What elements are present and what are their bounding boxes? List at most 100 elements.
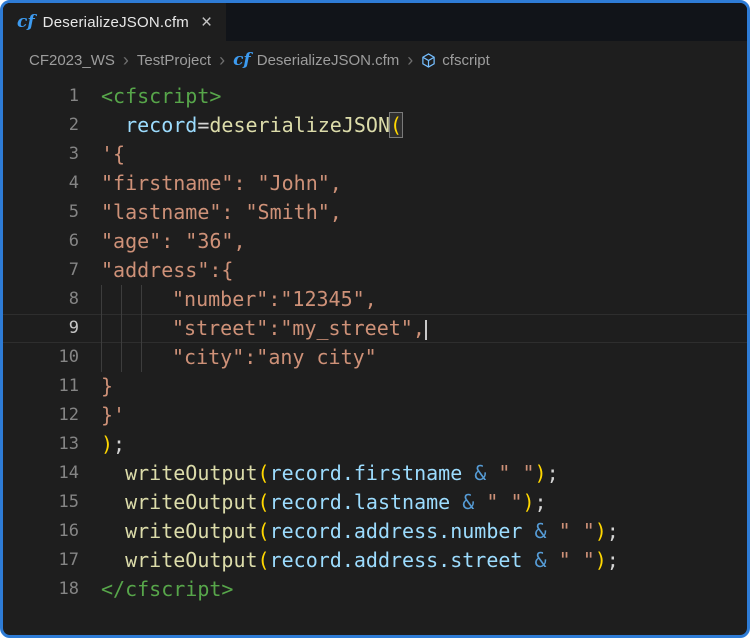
- code-content[interactable]: "city":"any city": [101, 343, 377, 372]
- code-content[interactable]: }': [101, 401, 125, 430]
- code-line-1[interactable]: 1 <cfscript>: [3, 82, 747, 111]
- code-line-13[interactable]: 13);: [3, 430, 747, 459]
- code-token: ): [535, 461, 547, 485]
- code-line-16[interactable]: 16 writeOutput(record.address.number & "…: [3, 517, 747, 546]
- code-token: [101, 490, 125, 514]
- code-token: record.address.number: [270, 519, 523, 543]
- code-content[interactable]: writeOutput(record.address.street & " ")…: [101, 546, 619, 575]
- code-token: "firstname": "John",: [101, 171, 342, 195]
- indent-guide: [101, 314, 121, 343]
- code-line-4[interactable]: 4 "firstname": "John",: [3, 169, 747, 198]
- code-token: " ": [498, 461, 534, 485]
- code-content[interactable]: "street":"my_street",: [101, 314, 427, 343]
- indent-guide: [141, 314, 161, 343]
- line-number[interactable]: 12: [3, 401, 79, 430]
- indent-guide: [101, 343, 121, 372]
- tab-deserializejson-cfm[interactable]: cf DeserializeJSON.cfm ×: [3, 3, 226, 41]
- line-number[interactable]: 17: [3, 546, 79, 575]
- code-line-15[interactable]: 15 writeOutput(record.lastname & " ");: [3, 488, 747, 517]
- code-token: "city":"any city": [172, 345, 377, 369]
- code-token: [547, 548, 559, 572]
- code-content[interactable]: record=deserializeJSON(: [101, 111, 402, 140]
- code-content[interactable]: </cfscript>: [101, 575, 233, 604]
- code-token: writeOutput: [125, 548, 257, 572]
- line-number[interactable]: 1: [3, 82, 79, 111]
- code-token: [486, 461, 498, 485]
- breadcrumb-item-deserializejson-cfm[interactable]: cfDeserializeJSON.cfm: [233, 52, 399, 69]
- line-number[interactable]: 10: [3, 343, 79, 372]
- code-line-8[interactable]: 8 "number":"12345",: [3, 285, 747, 314]
- breadcrumb-item-cf2023-ws[interactable]: CF2023_WS: [29, 52, 115, 69]
- code-line-5[interactable]: 5 "lastname": "Smith",: [3, 198, 747, 227]
- symbol-cube-icon: [421, 53, 436, 68]
- code-line-18[interactable]: 18 </cfscript>: [3, 575, 747, 604]
- tab-bar: cf DeserializeJSON.cfm ×: [3, 3, 747, 41]
- code-line-11[interactable]: 11}: [3, 372, 747, 401]
- code-content[interactable]: writeOutput(record.lastname & " ");: [101, 488, 547, 517]
- code-line-9[interactable]: 9 "street":"my_street",: [3, 314, 747, 343]
- code-line-2[interactable]: 2 record=deserializeJSON(: [3, 111, 747, 140]
- line-number[interactable]: 4: [3, 169, 79, 198]
- code-content[interactable]: "firstname": "John",: [101, 169, 342, 198]
- code-content[interactable]: writeOutput(record.address.number & " ")…: [101, 517, 619, 546]
- code-token: [462, 461, 474, 485]
- line-number[interactable]: 9: [3, 314, 79, 343]
- tab-title: DeserializeJSON.cfm: [43, 14, 189, 31]
- code-content[interactable]: );: [101, 430, 125, 459]
- code-line-12[interactable]: 12 }': [3, 401, 747, 430]
- vscode-window: cf DeserializeJSON.cfm × CF2023_WS › TestP…: [0, 0, 750, 638]
- code-content[interactable]: '{: [101, 140, 125, 169]
- code-token: [522, 519, 534, 543]
- code-token: "address":{: [101, 258, 233, 282]
- code-token: ;: [535, 490, 547, 514]
- code-line-17[interactable]: 17 writeOutput(record.address.street & "…: [3, 546, 747, 575]
- line-number[interactable]: 5: [3, 198, 79, 227]
- line-number[interactable]: 7: [3, 256, 79, 285]
- line-number[interactable]: 14: [3, 459, 79, 488]
- line-number[interactable]: 13: [3, 430, 79, 459]
- code-token: " ": [559, 519, 595, 543]
- code-editor[interactable]: 1<cfscript>2 record=deserializeJSON(3'{4…: [3, 79, 747, 635]
- code-content[interactable]: "address":{: [101, 256, 233, 285]
- line-number[interactable]: 6: [3, 227, 79, 256]
- breadcrumb-separator: ›: [219, 51, 225, 69]
- code-token: "number":"12345",: [172, 287, 377, 311]
- code-line-14[interactable]: 14 writeOutput(record.firstname & " ");: [3, 459, 747, 488]
- code-token: record.firstname: [270, 461, 463, 485]
- line-number[interactable]: 2: [3, 111, 79, 140]
- code-token: "street":"my_street",: [172, 316, 425, 340]
- line-number[interactable]: 16: [3, 517, 79, 546]
- code-line-7[interactable]: 7 "address":{: [3, 256, 747, 285]
- code-token: " ": [559, 548, 595, 572]
- breadcrumb-label: DeserializeJSON.cfm: [257, 52, 400, 69]
- code-token: "lastname": "Smith",: [101, 200, 342, 224]
- code-content[interactable]: writeOutput(record.firstname & " ");: [101, 459, 559, 488]
- close-icon[interactable]: ×: [201, 13, 212, 32]
- line-number[interactable]: 8: [3, 285, 79, 314]
- breadcrumb-item-cfscript[interactable]: cfscript: [421, 52, 490, 69]
- line-number[interactable]: 3: [3, 140, 79, 169]
- code-line-3[interactable]: 3 '{: [3, 140, 747, 169]
- code-line-6[interactable]: 6 "age": "36",: [3, 227, 747, 256]
- code-content[interactable]: }: [101, 372, 113, 401]
- line-number[interactable]: 15: [3, 488, 79, 517]
- breadcrumb-label: TestProject: [137, 52, 211, 69]
- code-token: (: [258, 490, 270, 514]
- line-number[interactable]: 18: [3, 575, 79, 604]
- code-token: [474, 490, 486, 514]
- code-token: (: [258, 548, 270, 572]
- code-token: ;: [607, 548, 619, 572]
- code-content[interactable]: "number":"12345",: [101, 285, 377, 314]
- code-content[interactable]: "lastname": "Smith",: [101, 198, 342, 227]
- line-number[interactable]: 11: [3, 372, 79, 401]
- breadcrumb-item-testproject[interactable]: TestProject: [137, 52, 211, 69]
- code-token: ;: [113, 432, 125, 456]
- code-token: deserializeJSON: [209, 113, 390, 137]
- code-content[interactable]: <cfscript>: [101, 82, 221, 111]
- code-content[interactable]: "age": "36",: [101, 227, 246, 256]
- code-token: &: [462, 490, 474, 514]
- code-line-10[interactable]: 10 "city":"any city": [3, 343, 747, 372]
- code-token: record.lastname: [270, 490, 451, 514]
- coldfusion-icon: cf: [17, 14, 35, 31]
- code-token: &: [535, 519, 547, 543]
